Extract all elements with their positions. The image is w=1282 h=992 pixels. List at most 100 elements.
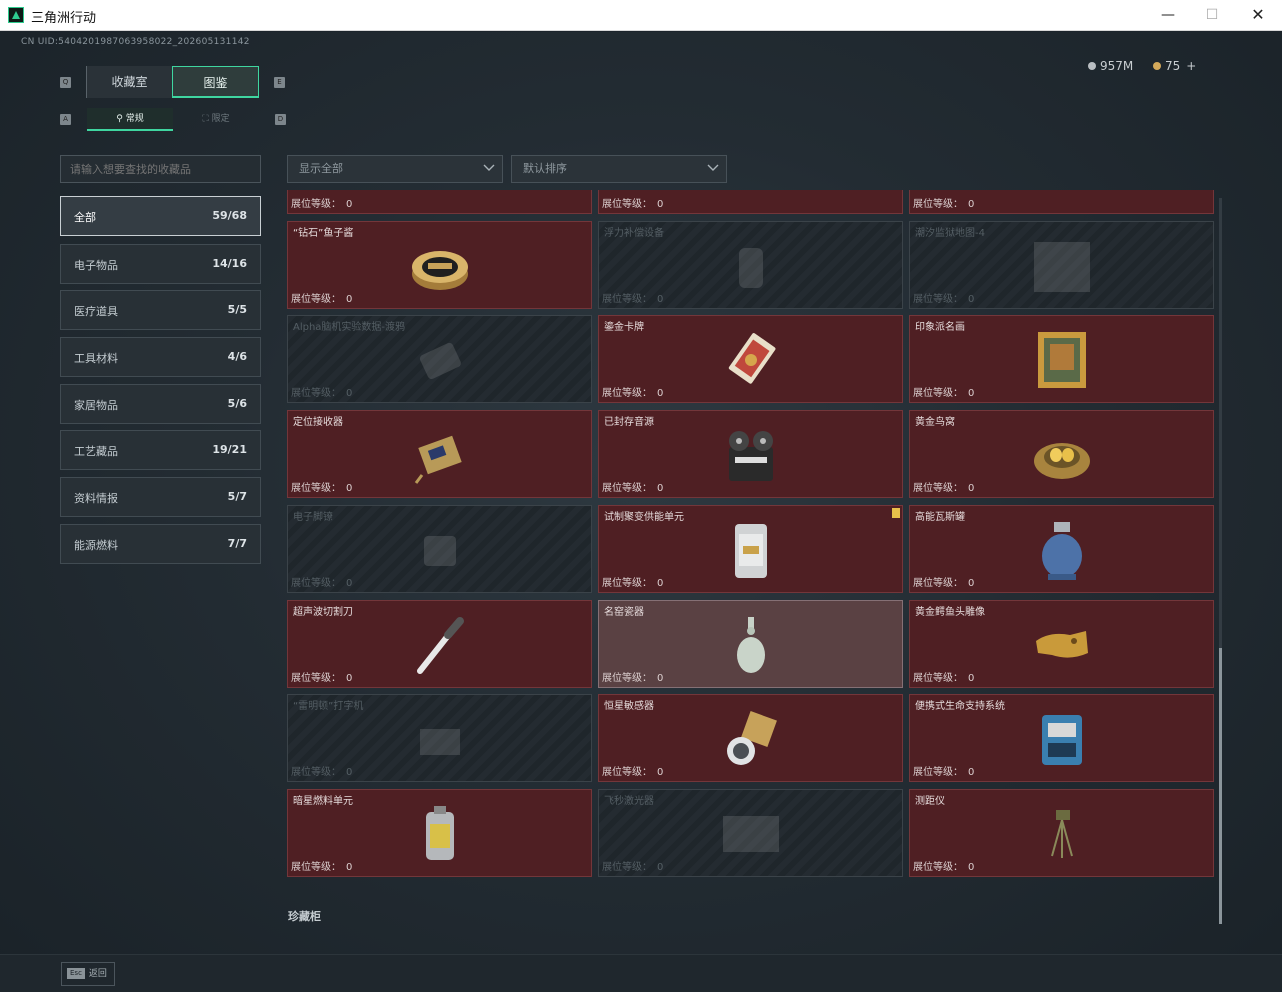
- bottom-bar: Esc 返回: [0, 954, 1282, 992]
- collection-item-card[interactable]: 恒星敏感器 展位等级： 0: [598, 694, 903, 782]
- collection-item-card[interactable]: 潮汐监狱地图-4 展位等级： 0: [909, 221, 1214, 309]
- item-name: 鎏金卡牌: [604, 322, 644, 333]
- level-label: 展位等级：: [913, 483, 963, 494]
- new-badge-icon: [892, 508, 900, 518]
- level-label: 展位等级：: [602, 199, 652, 210]
- gilded-card-icon: [728, 333, 776, 384]
- item-name: 浮力补偿设备: [604, 228, 664, 239]
- scrollbar-thumb[interactable]: [1219, 648, 1222, 924]
- level-label: 展位等级：: [913, 767, 963, 778]
- level-value: 0: [346, 483, 353, 494]
- ankle-monitor-icon: [424, 536, 456, 566]
- category-count: 5/5: [227, 303, 247, 316]
- golden-nest-icon: [1034, 443, 1090, 479]
- tab-collection-room[interactable]: 收藏室: [86, 66, 172, 98]
- collection-item-card[interactable]: 已封存音源 展位等级： 0: [598, 410, 903, 498]
- ultrasonic-knife-icon: [417, 617, 464, 674]
- collection-item-card[interactable]: 鎏金卡牌 展位等级： 0: [598, 315, 903, 403]
- category-label: 电子物品: [74, 259, 118, 272]
- level-label: 展位等级：: [291, 673, 341, 684]
- category-medical[interactable]: 医疗道具 5/5: [60, 290, 261, 330]
- item-name: 黄金鸟窝: [915, 417, 955, 428]
- category-label: 医疗道具: [74, 305, 118, 318]
- limited-icon: ⛶: [202, 114, 212, 124]
- buoyancy-device-icon: [739, 248, 763, 288]
- chevron-down-icon: [707, 164, 719, 171]
- normal-icon: ⚲: [116, 114, 126, 124]
- collection-item-card[interactable]: 黄金鳄鱼头雕像 展位等级： 0: [909, 600, 1214, 688]
- tab-atlas[interactable]: 图鉴: [172, 66, 259, 98]
- collection-item-card[interactable]: 印象派名画 展位等级： 0: [909, 315, 1214, 403]
- collection-item-card[interactable]: 展位等级： 0: [598, 190, 903, 214]
- gold-artifact-icon: [719, 190, 783, 203]
- level-label: 展位等级：: [291, 862, 341, 873]
- level-value: 0: [968, 483, 975, 494]
- level-value: 0: [968, 767, 975, 778]
- search-input[interactable]: [60, 155, 261, 183]
- back-button[interactable]: Esc 返回: [61, 962, 115, 986]
- subtab-limited[interactable]: ⛶ 限定: [173, 108, 259, 131]
- collection-item-card[interactable]: 名窑瓷器 展位等级： 0: [598, 600, 903, 688]
- silver-currency: 957M: [1088, 59, 1133, 73]
- reel-recorder-icon: [729, 431, 773, 481]
- level-value: 0: [657, 483, 664, 494]
- category-all[interactable]: 全部 59/68: [60, 196, 261, 236]
- item-name: 潮汐监狱地图-4: [915, 228, 985, 239]
- collection-item-card[interactable]: 展位等级： 0: [909, 190, 1214, 214]
- level-label: 展位等级：: [602, 483, 652, 494]
- collection-item-card[interactable]: 定位接收器 展位等级： 0: [287, 410, 592, 498]
- collection-item-card[interactable]: 电子脚镣 展位等级： 0: [287, 505, 592, 593]
- player-uid: CN UID:5404201987063958022_202605131142: [21, 37, 250, 47]
- minimize-button[interactable]: —: [1146, 3, 1190, 27]
- category-intel[interactable]: 资料情报 5/7: [60, 477, 261, 517]
- collection-item-card[interactable]: 试制聚变供能单元 展位等级： 0: [598, 505, 903, 593]
- subtab-normal[interactable]: ⚲ 常规: [87, 108, 173, 131]
- level-label: 展位等级：: [913, 673, 963, 684]
- collection-item-card[interactable]: 暗星燃料单元 展位等级： 0: [287, 789, 592, 877]
- gold-currency[interactable]: 75 +: [1153, 59, 1196, 73]
- category-electronics[interactable]: 电子物品 14/16: [60, 244, 261, 284]
- collection-item-card[interactable]: Alpha脑机实验数据-渡鸦 展位等级： 0: [287, 315, 592, 403]
- category-crafts[interactable]: 工艺藏品 19/21: [60, 430, 261, 470]
- star-sensor-icon: [727, 711, 777, 765]
- level-value: 0: [657, 767, 664, 778]
- level-label: 展位等级：: [291, 578, 341, 589]
- collection-item-card[interactable]: “雷明顿”打字机 展位等级： 0: [287, 694, 592, 782]
- collection-item-card[interactable]: 黄金鸟窝展位等级： 0: [909, 410, 1214, 498]
- framed-painting-icon: [1038, 332, 1086, 388]
- item-name: 印象派名画: [915, 322, 965, 333]
- gold-crocodile-icon: [1036, 631, 1088, 658]
- collection-item-card[interactable]: 测距仪 展位等级： 0: [909, 789, 1214, 877]
- category-energy[interactable]: 能源燃料 7/7: [60, 524, 261, 564]
- collection-item-card[interactable]: 展位等级： 0: [287, 190, 592, 214]
- silver-amount: 957M: [1100, 59, 1134, 73]
- chevron-down-icon: [483, 164, 495, 171]
- data-device-icon: [419, 342, 461, 379]
- key-hint-a: A: [60, 114, 71, 125]
- collection-item-card[interactable]: “钻石”鱼子酱 展位等级： 0: [287, 221, 592, 309]
- gold-coin-icon: [1153, 62, 1161, 70]
- life-support-icon: [1042, 715, 1082, 765]
- display-filter-dropdown[interactable]: 显示全部: [287, 155, 503, 183]
- collection-item-card[interactable]: 超声波切割刀 展位等级： 0: [287, 600, 592, 688]
- section-title: 珍藏柜: [288, 910, 321, 923]
- category-count: 5/6: [227, 397, 247, 410]
- collection-item-card[interactable]: 便携式生命支持系统 展位等级： 0: [909, 694, 1214, 782]
- rangefinder-tripod-icon: [1051, 810, 1073, 858]
- collection-item-card[interactable]: 高能瓦斯罐 展位等级： 0: [909, 505, 1214, 593]
- fuel-canister-icon: [426, 806, 454, 860]
- add-currency-button[interactable]: +: [1186, 59, 1196, 73]
- collection-item-card[interactable]: 浮力补偿设备 展位等级： 0: [598, 221, 903, 309]
- level-label: 展位等级：: [291, 767, 341, 778]
- map-icon: [1034, 242, 1090, 292]
- collection-item-card[interactable]: 飞秒激光器 展位等级： 0: [598, 789, 903, 877]
- level-label: 展位等级：: [291, 294, 341, 305]
- level-label: 展位等级：: [602, 862, 652, 873]
- maximize-button[interactable]: ☐: [1190, 3, 1234, 27]
- sort-dropdown[interactable]: 默认排序: [511, 155, 727, 183]
- category-tools[interactable]: 工具材料 4/6: [60, 337, 261, 377]
- sort-value: 默认排序: [523, 162, 567, 175]
- category-household[interactable]: 家居物品 5/6: [60, 384, 261, 424]
- close-button[interactable]: ✕: [1236, 3, 1280, 27]
- level-label: 展位等级：: [291, 483, 341, 494]
